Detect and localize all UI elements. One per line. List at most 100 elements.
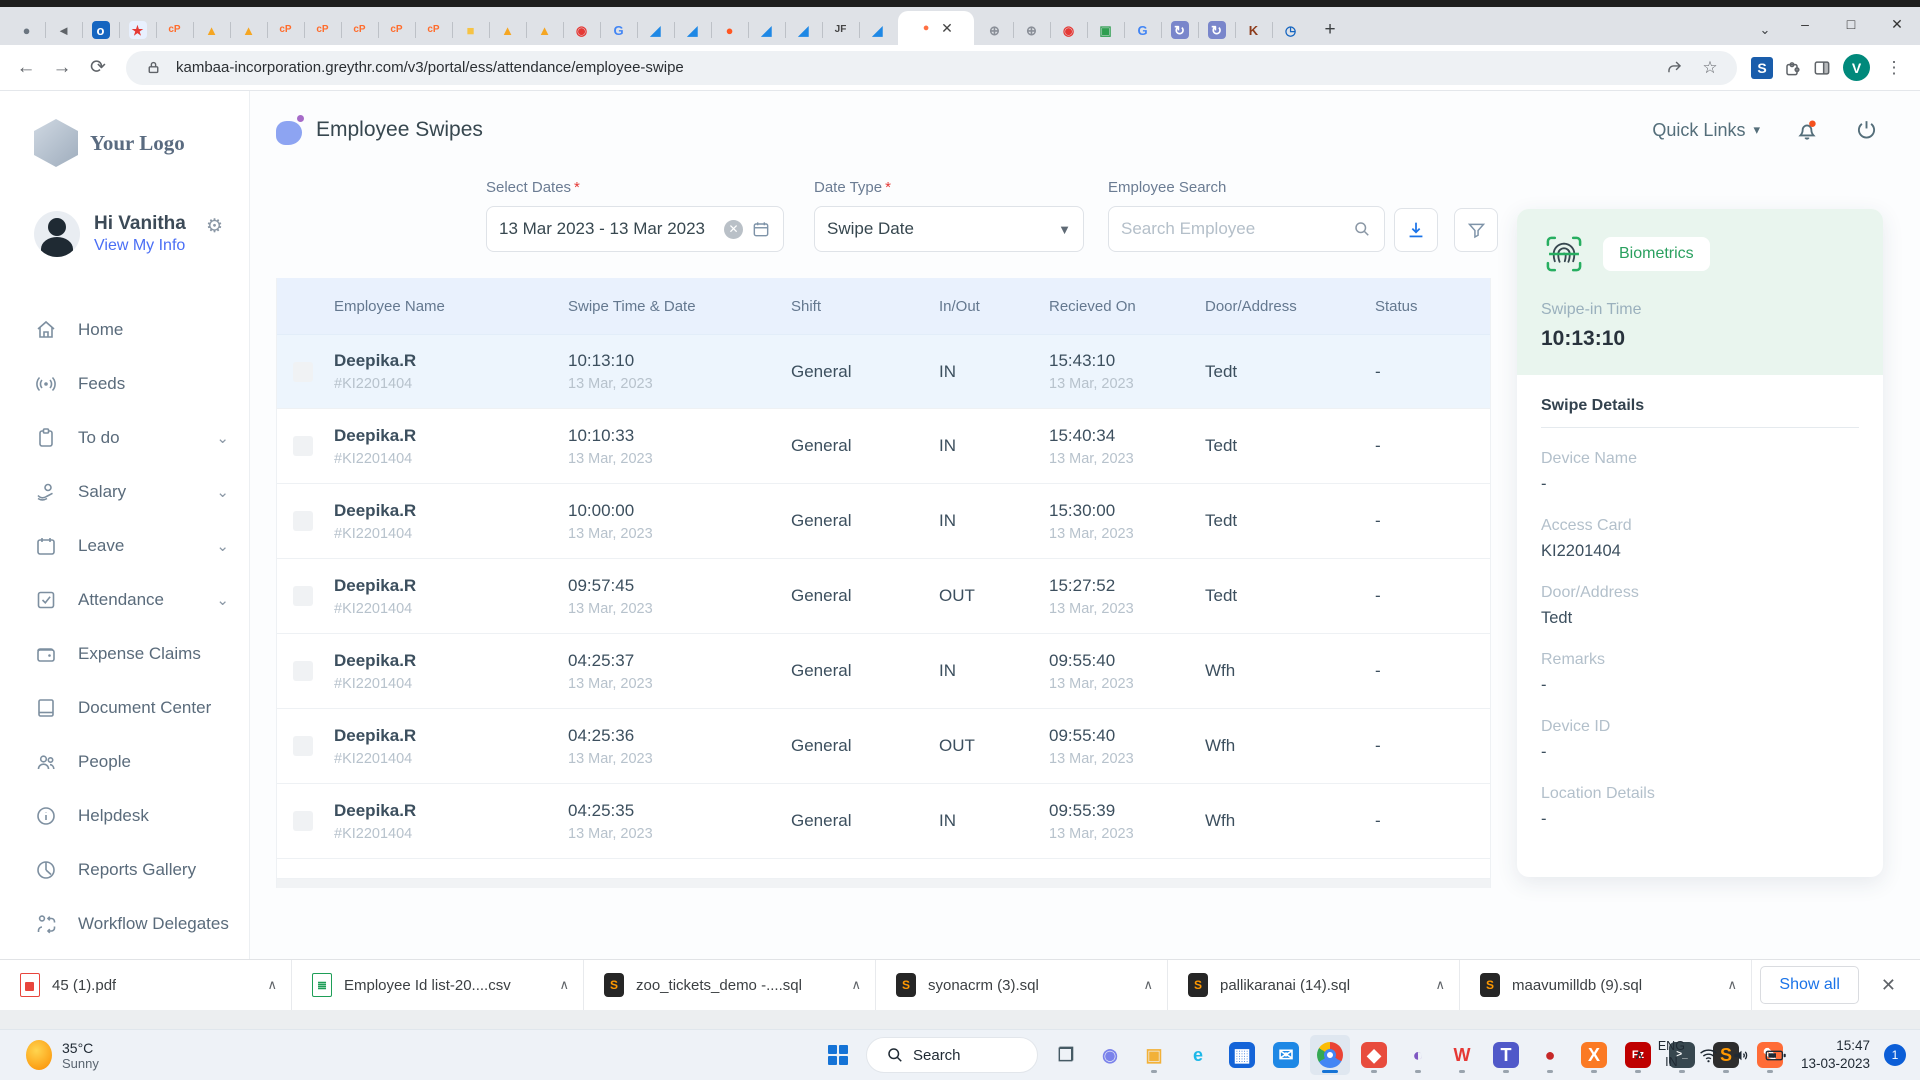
sidebar-item[interactable]: To do ⌄ xyxy=(34,411,249,465)
date-range-input[interactable]: 13 Mar 2023 - 13 Mar 2023 ✕ xyxy=(486,206,784,252)
filter-button[interactable] xyxy=(1454,208,1498,252)
chevron-up-icon[interactable]: ∧ xyxy=(1727,977,1737,993)
pinned-tab[interactable]: ▲ xyxy=(526,15,563,45)
pinned-tab[interactable]: ▲ xyxy=(193,15,230,45)
battery-icon[interactable] xyxy=(1765,1048,1787,1063)
extensions-puzzle-icon[interactable] xyxy=(1779,55,1805,81)
downloads-close-icon[interactable]: ✕ xyxy=(1881,975,1896,996)
pinned-tab[interactable]: ◢ xyxy=(785,15,822,45)
calendar-icon[interactable] xyxy=(751,219,771,239)
row-checkbox[interactable] xyxy=(293,661,313,681)
weather-widget[interactable]: 35°C Sunny xyxy=(0,1040,400,1071)
download-item[interactable]: S maavumilldb (9).sql ∧ xyxy=(1460,960,1752,1010)
download-button[interactable] xyxy=(1394,208,1438,252)
taskbar-app-icon[interactable]: ◆ xyxy=(1354,1035,1394,1075)
gear-icon[interactable]: ⚙ xyxy=(206,215,223,238)
sidebar-item[interactable]: Feeds xyxy=(34,357,249,411)
notification-count-badge[interactable]: 1 xyxy=(1884,1044,1906,1066)
download-item[interactable]: S zoo_tickets_demo -....sql ∧ xyxy=(584,960,876,1010)
date-type-select[interactable]: Swipe Date ▼ xyxy=(814,206,1084,252)
chevron-up-icon[interactable]: ∧ xyxy=(1143,977,1153,993)
taskbar-app-icon[interactable]: ✉ xyxy=(1266,1035,1306,1075)
pinned-tab[interactable]: ★ xyxy=(119,15,156,45)
sidebar-item[interactable]: Document Center xyxy=(34,681,249,735)
pinned-tab[interactable]: JF xyxy=(822,15,859,45)
pinned-tab[interactable]: K xyxy=(1235,15,1272,45)
pinned-tab[interactable]: ⊕ xyxy=(976,15,1013,45)
download-item[interactable]: S pallikaranai (14).sql ∧ xyxy=(1168,960,1460,1010)
extension-s-icon[interactable]: S xyxy=(1749,55,1775,81)
pinned-tab[interactable]: ◢ xyxy=(674,15,711,45)
table-row[interactable]: Deepika.R #KI2201404 10:00:00 13 Mar, 20… xyxy=(277,484,1490,559)
pinned-tab[interactable]: G xyxy=(1124,15,1161,45)
pinned-tab[interactable]: ▣ xyxy=(1087,15,1124,45)
pinned-tab[interactable]: ▲ xyxy=(489,15,526,45)
taskbar-app-icon[interactable]: T xyxy=(1486,1035,1526,1075)
table-row[interactable]: Deepika.R #KI2201404 09:57:45 13 Mar, 20… xyxy=(277,559,1490,634)
active-tab[interactable]: ● ✕ xyxy=(898,11,974,45)
download-item[interactable]: ≣ Employee Id list-20....csv ∧ xyxy=(292,960,584,1010)
table-row[interactable]: Deepika.R #KI2201404 10:10:33 13 Mar, 20… xyxy=(277,409,1490,484)
taskbar-app-icon[interactable]: e xyxy=(1178,1035,1218,1075)
url-text[interactable]: kambaa-incorporation.greythr.com/v3/port… xyxy=(176,59,684,76)
back-button[interactable]: ← xyxy=(10,52,42,84)
pinned-tab[interactable]: ■ xyxy=(452,15,489,45)
pinned-tab[interactable]: ◷ xyxy=(1272,15,1309,45)
taskbar-app-icon[interactable]: ◐ xyxy=(1398,1035,1438,1075)
row-checkbox[interactable] xyxy=(293,586,313,606)
taskbar-app-icon[interactable] xyxy=(1310,1035,1350,1075)
pinned-tab[interactable]: ◢ xyxy=(637,15,674,45)
chevron-up-icon[interactable]: ∧ xyxy=(267,977,277,993)
sidebar-item[interactable]: Home xyxy=(34,303,249,357)
pinned-tab[interactable]: cP xyxy=(341,15,378,45)
chevron-up-icon[interactable]: ∧ xyxy=(851,977,861,993)
notification-bell-icon[interactable] xyxy=(1794,117,1820,143)
tray-chevron-up-icon[interactable]: ∧ xyxy=(1634,1047,1644,1063)
language-indicator[interactable]: ENG IN xyxy=(1658,1039,1685,1070)
taskbar-app-icon[interactable]: ▦ xyxy=(1222,1035,1262,1075)
show-all-button[interactable]: Show all xyxy=(1760,966,1858,1004)
pinned-tab[interactable]: ◄ xyxy=(45,15,82,45)
pinned-tab[interactable]: ◢ xyxy=(748,15,785,45)
sidebar-item[interactable]: Helpdesk xyxy=(34,789,249,843)
wifi-icon[interactable] xyxy=(1699,1047,1718,1064)
view-my-info-link[interactable]: View My Info xyxy=(94,237,186,255)
row-checkbox[interactable] xyxy=(293,811,313,831)
pinned-tab[interactable]: ● xyxy=(711,15,748,45)
address-bar[interactable]: kambaa-incorporation.greythr.com/v3/port… xyxy=(126,51,1737,85)
pinned-tab[interactable]: G xyxy=(600,15,637,45)
table-row[interactable]: Deepika.R #KI2201404 04:25:37 13 Mar, 20… xyxy=(277,634,1490,709)
pinned-tab[interactable]: cP xyxy=(378,15,415,45)
pinned-tab[interactable]: o xyxy=(82,15,119,45)
pinned-tab[interactable]: cP xyxy=(156,15,193,45)
side-panel-icon[interactable] xyxy=(1809,55,1835,81)
taskbar-app-icon[interactable]: X xyxy=(1574,1035,1614,1075)
pinned-tab[interactable]: ▲ xyxy=(230,15,267,45)
pinned-tab[interactable]: cP xyxy=(304,15,341,45)
taskbar-app-icon[interactable]: ◉ xyxy=(1090,1035,1130,1075)
pinned-tab[interactable]: ↻ xyxy=(1198,15,1235,45)
taskbar-app-icon[interactable]: W xyxy=(1442,1035,1482,1075)
pinned-tab[interactable]: cP xyxy=(415,15,452,45)
taskbar-app-icon[interactable]: ▣ xyxy=(1134,1035,1174,1075)
row-checkbox[interactable] xyxy=(293,436,313,456)
sidebar-item[interactable]: Workflow Delegates xyxy=(34,897,249,951)
chevron-up-icon[interactable]: ∧ xyxy=(559,977,569,993)
pinned-tab[interactable]: cP xyxy=(267,15,304,45)
taskbar-search[interactable]: Search xyxy=(866,1037,1038,1073)
browser-menu-kebab-icon[interactable]: ⋮ xyxy=(1878,52,1910,84)
close-button[interactable]: ✕ xyxy=(1874,7,1920,41)
download-item[interactable]: S syonacrm (3).sql ∧ xyxy=(876,960,1168,1010)
sidebar-item[interactable]: Reports Gallery xyxy=(34,843,249,897)
row-checkbox[interactable] xyxy=(293,362,313,382)
table-row[interactable]: Deepika.R #KI2201404 04:25:36 13 Mar, 20… xyxy=(277,709,1490,784)
chevron-up-icon[interactable]: ∧ xyxy=(1435,977,1445,993)
pinned-tab[interactable]: ● xyxy=(8,15,45,45)
maximize-button[interactable]: □ xyxy=(1828,7,1874,41)
share-icon[interactable] xyxy=(1661,55,1687,81)
volume-icon[interactable] xyxy=(1732,1047,1751,1064)
employee-search-input[interactable]: Search Employee xyxy=(1108,206,1385,252)
tab-search-chevron-icon[interactable]: ⌄ xyxy=(1748,15,1782,45)
new-tab-button[interactable]: + xyxy=(1315,15,1345,45)
sidebar-item[interactable]: Leave ⌄ xyxy=(34,519,249,573)
